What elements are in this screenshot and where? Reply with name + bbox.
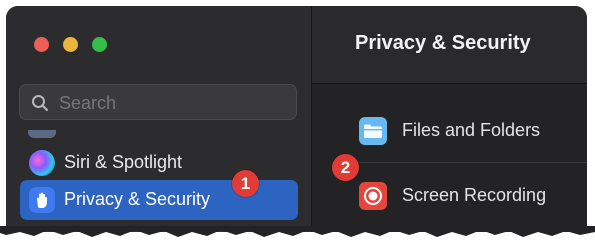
sidebar: Siri & Spotlight Privacy & Security 1	[6, 6, 312, 232]
torn-paper-edge	[0, 226, 595, 237]
sidebar-item-label: Privacy & Security	[64, 189, 211, 209]
siri-icon	[29, 150, 55, 176]
row-files-and-folders[interactable]: Files and Folders	[345, 107, 575, 155]
system-settings-window: Siri & Spotlight Privacy & Security 1 Pr…	[6, 6, 587, 232]
search-field[interactable]	[19, 84, 297, 120]
folder-icon	[359, 117, 387, 145]
hand-icon	[29, 187, 55, 213]
annotation-badge-2: 2	[332, 154, 359, 181]
row-divider	[345, 162, 587, 163]
search-input[interactable]	[57, 89, 291, 117]
annotation-badge-1: 1	[232, 170, 259, 197]
minimize-window-button[interactable]	[63, 37, 78, 52]
sidebar-item-label: Siri & Spotlight	[64, 152, 183, 172]
row-label: Files and Folders	[402, 120, 541, 140]
zoom-window-button[interactable]	[92, 37, 107, 52]
content-header: Privacy & Security	[312, 6, 587, 84]
partially-hidden-sidebar-icon	[28, 130, 56, 138]
row-screen-recording[interactable]: Screen Recording	[345, 172, 575, 220]
row-label: Screen Recording	[402, 185, 547, 205]
close-window-button[interactable]	[34, 37, 49, 52]
screen-recording-icon	[359, 182, 387, 210]
search-icon	[32, 95, 49, 112]
page-title: Privacy & Security	[355, 32, 531, 54]
